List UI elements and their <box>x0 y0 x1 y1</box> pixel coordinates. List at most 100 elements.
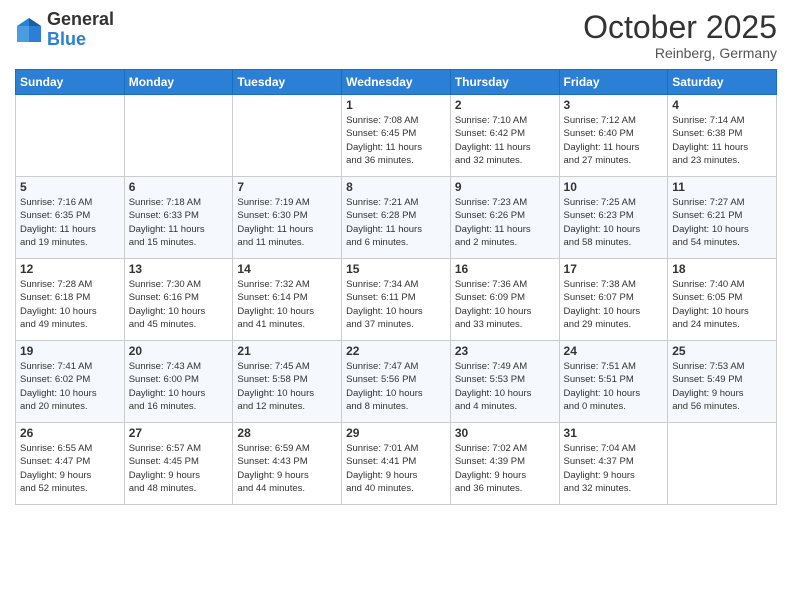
calendar-cell <box>124 95 233 177</box>
calendar-cell: 2 Sunrise: 7:10 AM Sunset: 6:42 PM Daylig… <box>450 95 559 177</box>
day-number: 11 <box>672 180 772 194</box>
day-number: 2 <box>455 98 555 112</box>
calendar-cell: 29Sunrise: 7:01 AM Sunset: 4:41 PM Dayli… <box>342 423 451 505</box>
calendar-cell: 9 Sunrise: 7:23 AM Sunset: 6:26 PM Daylig… <box>450 177 559 259</box>
day-number: 28 <box>237 426 337 440</box>
calendar-cell: 6 Sunrise: 7:18 AM Sunset: 6:33 PM Daylig… <box>124 177 233 259</box>
day-number: 14 <box>237 262 337 276</box>
day-info: Sunrise: 7:30 AM Sunset: 6:16 PM Dayligh… <box>129 278 229 331</box>
calendar-cell: 22 Sunrise: 7:47 AM Sunset: 5:56 PM Dayli… <box>342 341 451 423</box>
day-info: Sunrise: 7:28 AM Sunset: 6:18 PM Dayligh… <box>20 278 120 331</box>
calendar-cell: 13 Sunrise: 7:30 AM Sunset: 6:16 PM Dayli… <box>124 259 233 341</box>
day-info: Sunrise: 7:25 AM Sunset: 6:23 PM Dayligh… <box>564 196 664 249</box>
day-info: Sunrise: 7:04 AM Sunset: 4:37 PM Dayligh… <box>564 442 664 495</box>
day-number: 13 <box>129 262 229 276</box>
day-number: 9 <box>455 180 555 194</box>
day-number: 18 <box>672 262 772 276</box>
calendar-cell <box>233 95 342 177</box>
week-row-4: 19 Sunrise: 7:41 AM Sunset: 6:02 PM Dayli… <box>16 341 777 423</box>
calendar-cell: 4Sunrise: 7:14 AM Sunset: 6:38 PM Daylig… <box>668 95 777 177</box>
day-info: Sunrise: 7:10 AM Sunset: 6:42 PM Dayligh… <box>455 114 555 167</box>
logo: General Blue <box>15 10 114 50</box>
calendar-cell: 21 Sunrise: 7:45 AM Sunset: 5:58 PM Dayli… <box>233 341 342 423</box>
calendar-cell: 20 Sunrise: 7:43 AM Sunset: 6:00 PM Dayli… <box>124 341 233 423</box>
calendar-cell: 26 Sunrise: 6:55 AM Sunset: 4:47 PM Dayli… <box>16 423 125 505</box>
day-number: 1 <box>346 98 446 112</box>
day-info: Sunrise: 7:47 AM Sunset: 5:56 PM Dayligh… <box>346 360 446 413</box>
calendar-cell <box>668 423 777 505</box>
logo-text: General Blue <box>47 10 114 50</box>
day-number: 12 <box>20 262 120 276</box>
day-number: 16 <box>455 262 555 276</box>
page: General Blue October 2025 Reinberg, Germ… <box>0 0 792 612</box>
day-number: 10 <box>564 180 664 194</box>
day-number: 31 <box>564 426 664 440</box>
week-row-1: 1 Sunrise: 7:08 AM Sunset: 6:45 PM Daylig… <box>16 95 777 177</box>
day-number: 24 <box>564 344 664 358</box>
day-number: 20 <box>129 344 229 358</box>
calendar-table: SundayMondayTuesdayWednesdayThursdayFrid… <box>15 69 777 505</box>
calendar-cell: 10 Sunrise: 7:25 AM Sunset: 6:23 PM Dayli… <box>559 177 668 259</box>
day-number: 21 <box>237 344 337 358</box>
calendar-cell: 31 Sunrise: 7:04 AM Sunset: 4:37 PM Dayli… <box>559 423 668 505</box>
col-header-thursday: Thursday <box>450 70 559 95</box>
calendar-cell: 1 Sunrise: 7:08 AM Sunset: 6:45 PM Daylig… <box>342 95 451 177</box>
calendar-cell: 7Sunrise: 7:19 AM Sunset: 6:30 PM Daylig… <box>233 177 342 259</box>
day-info: Sunrise: 7:40 AM Sunset: 6:05 PM Dayligh… <box>672 278 772 331</box>
day-number: 25 <box>672 344 772 358</box>
calendar-cell: 25Sunrise: 7:53 AM Sunset: 5:49 PM Dayli… <box>668 341 777 423</box>
day-info: Sunrise: 7:02 AM Sunset: 4:39 PM Dayligh… <box>455 442 555 495</box>
calendar-cell: 30 Sunrise: 7:02 AM Sunset: 4:39 PM Dayli… <box>450 423 559 505</box>
logo-blue-text: Blue <box>47 29 86 49</box>
week-row-5: 26 Sunrise: 6:55 AM Sunset: 4:47 PM Dayli… <box>16 423 777 505</box>
col-header-monday: Monday <box>124 70 233 95</box>
calendar-cell: 11 Sunrise: 7:27 AM Sunset: 6:21 PM Dayli… <box>668 177 777 259</box>
calendar-cell: 17Sunrise: 7:38 AM Sunset: 6:07 PM Dayli… <box>559 259 668 341</box>
day-info: Sunrise: 7:45 AM Sunset: 5:58 PM Dayligh… <box>237 360 337 413</box>
calendar-cell: 8Sunrise: 7:21 AM Sunset: 6:28 PM Daylig… <box>342 177 451 259</box>
day-number: 17 <box>564 262 664 276</box>
day-number: 3 <box>564 98 664 112</box>
day-number: 5 <box>20 180 120 194</box>
day-number: 27 <box>129 426 229 440</box>
day-info: Sunrise: 7:51 AM Sunset: 5:51 PM Dayligh… <box>564 360 664 413</box>
day-info: Sunrise: 7:18 AM Sunset: 6:33 PM Dayligh… <box>129 196 229 249</box>
day-number: 6 <box>129 180 229 194</box>
day-info: Sunrise: 7:27 AM Sunset: 6:21 PM Dayligh… <box>672 196 772 249</box>
calendar-cell: 19 Sunrise: 7:41 AM Sunset: 6:02 PM Dayli… <box>16 341 125 423</box>
day-number: 23 <box>455 344 555 358</box>
day-info: Sunrise: 7:36 AM Sunset: 6:09 PM Dayligh… <box>455 278 555 331</box>
day-number: 22 <box>346 344 446 358</box>
day-info: Sunrise: 6:59 AM Sunset: 4:43 PM Dayligh… <box>237 442 337 495</box>
day-info: Sunrise: 7:16 AM Sunset: 6:35 PM Dayligh… <box>20 196 120 249</box>
col-header-friday: Friday <box>559 70 668 95</box>
calendar-cell: 16 Sunrise: 7:36 AM Sunset: 6:09 PM Dayli… <box>450 259 559 341</box>
day-number: 29 <box>346 426 446 440</box>
day-info: Sunrise: 7:49 AM Sunset: 5:53 PM Dayligh… <box>455 360 555 413</box>
calendar-cell: 24 Sunrise: 7:51 AM Sunset: 5:51 PM Dayli… <box>559 341 668 423</box>
calendar-cell <box>16 95 125 177</box>
day-info: Sunrise: 7:12 AM Sunset: 6:40 PM Dayligh… <box>564 114 664 167</box>
title-block: October 2025 Reinberg, Germany <box>583 10 777 61</box>
day-info: Sunrise: 7:08 AM Sunset: 6:45 PM Dayligh… <box>346 114 446 167</box>
day-info: Sunrise: 7:14 AM Sunset: 6:38 PM Dayligh… <box>672 114 772 167</box>
header: General Blue October 2025 Reinberg, Germ… <box>15 10 777 61</box>
day-number: 26 <box>20 426 120 440</box>
day-info: Sunrise: 7:19 AM Sunset: 6:30 PM Dayligh… <box>237 196 337 249</box>
day-number: 19 <box>20 344 120 358</box>
calendar-cell: 23 Sunrise: 7:49 AM Sunset: 5:53 PM Dayli… <box>450 341 559 423</box>
calendar-cell: 28 Sunrise: 6:59 AM Sunset: 4:43 PM Dayli… <box>233 423 342 505</box>
logo-general-text: General <box>47 9 114 29</box>
day-number: 30 <box>455 426 555 440</box>
day-info: Sunrise: 7:43 AM Sunset: 6:00 PM Dayligh… <box>129 360 229 413</box>
week-row-3: 12 Sunrise: 7:28 AM Sunset: 6:18 PM Dayli… <box>16 259 777 341</box>
day-info: Sunrise: 6:55 AM Sunset: 4:47 PM Dayligh… <box>20 442 120 495</box>
calendar-header-row: SundayMondayTuesdayWednesdayThursdayFrid… <box>16 70 777 95</box>
day-info: Sunrise: 7:23 AM Sunset: 6:26 PM Dayligh… <box>455 196 555 249</box>
calendar-cell: 5 Sunrise: 7:16 AM Sunset: 6:35 PM Daylig… <box>16 177 125 259</box>
day-info: Sunrise: 7:34 AM Sunset: 6:11 PM Dayligh… <box>346 278 446 331</box>
day-info: Sunrise: 7:41 AM Sunset: 6:02 PM Dayligh… <box>20 360 120 413</box>
calendar-cell: 18 Sunrise: 7:40 AM Sunset: 6:05 PM Dayli… <box>668 259 777 341</box>
col-header-saturday: Saturday <box>668 70 777 95</box>
day-info: Sunrise: 6:57 AM Sunset: 4:45 PM Dayligh… <box>129 442 229 495</box>
